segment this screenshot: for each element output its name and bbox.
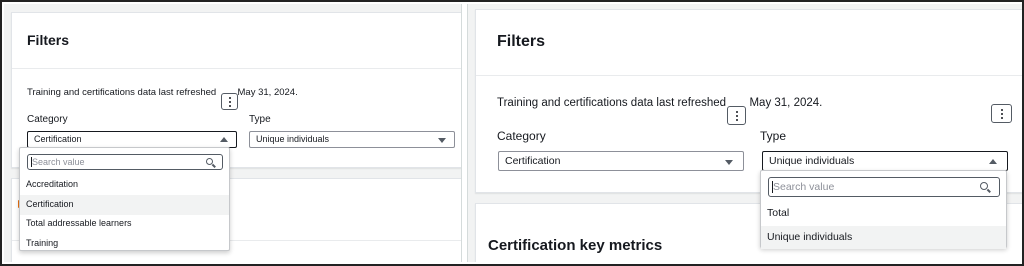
more-options-button[interactable] bbox=[221, 93, 238, 110]
filters-card-header: Filters bbox=[476, 10, 1022, 76]
refresh-text-label: Training and certifications data last re… bbox=[497, 97, 727, 109]
caret-down-icon bbox=[438, 138, 446, 143]
option-label: Accreditation bbox=[26, 179, 79, 189]
search-icon bbox=[980, 182, 988, 190]
option-label: Total bbox=[767, 207, 790, 219]
type-search-input[interactable] bbox=[773, 179, 977, 195]
caret-up-icon bbox=[220, 137, 228, 142]
refresh-text: Training and certifications data last re… bbox=[497, 97, 822, 109]
category-select[interactable]: Certification bbox=[498, 151, 744, 171]
type-option-total[interactable]: Total bbox=[761, 202, 1006, 225]
option-label: Training bbox=[26, 238, 59, 248]
option-label: Certification bbox=[26, 199, 74, 209]
refresh-text-label: Training and certifications data last re… bbox=[27, 87, 217, 98]
type-select-value: Unique individuals bbox=[256, 134, 330, 144]
category-select-value: Certification bbox=[505, 155, 561, 167]
category-option-accreditation[interactable]: Accreditation bbox=[20, 175, 229, 195]
kebab-dot bbox=[228, 100, 231, 103]
filters-title: Filters bbox=[497, 33, 546, 50]
category-dropdown: Accreditation Certification Total addres… bbox=[19, 147, 230, 251]
category-label: Category bbox=[497, 129, 546, 143]
kebab-dot bbox=[228, 96, 231, 99]
visual-more-options-button[interactable] bbox=[991, 104, 1012, 123]
category-label: Category bbox=[27, 114, 68, 125]
search-icon bbox=[206, 158, 213, 165]
kebab-dot bbox=[735, 110, 738, 113]
category-option-certification[interactable]: Certification bbox=[20, 195, 229, 215]
panel-divider bbox=[461, 4, 468, 262]
type-dropdown: Total Unique individuals bbox=[760, 170, 1007, 249]
type-select-value: Unique individuals bbox=[769, 155, 855, 167]
category-select-value: Certification bbox=[34, 134, 82, 144]
kebab-dot bbox=[1000, 108, 1003, 111]
category-search-input[interactable] bbox=[32, 156, 200, 168]
filters-card-header: Filters bbox=[12, 13, 461, 69]
metrics-title: Certification key metrics bbox=[488, 237, 663, 254]
type-search[interactable] bbox=[768, 177, 1000, 197]
category-search[interactable] bbox=[27, 154, 223, 170]
left-panel: Filters Training and certifications data… bbox=[4, 4, 461, 262]
caret-down-icon bbox=[725, 160, 733, 165]
filters-title: Filters bbox=[27, 32, 70, 48]
option-label: Total addressable learners bbox=[26, 218, 132, 228]
refresh-date: May 31, 2024. bbox=[237, 87, 298, 98]
type-option-unique-individuals[interactable]: Unique individuals bbox=[761, 226, 1006, 249]
type-select[interactable]: Unique individuals bbox=[249, 131, 455, 148]
kebab-dot bbox=[735, 114, 738, 117]
refresh-date: May 31, 2024. bbox=[749, 97, 823, 109]
option-label: Unique individuals bbox=[767, 231, 853, 243]
category-select[interactable]: Certification bbox=[27, 131, 237, 148]
type-label: Type bbox=[249, 114, 271, 125]
caret-up-icon bbox=[989, 159, 997, 164]
kebab-dot bbox=[1000, 116, 1003, 119]
kebab-dot bbox=[228, 104, 231, 107]
category-option-total-addressable-learners[interactable]: Total addressable learners bbox=[20, 214, 229, 234]
right-panel: Filters Training and certifications data… bbox=[468, 4, 1022, 262]
filters-card: Filters Training and certifications data… bbox=[475, 9, 1022, 193]
filters-card: Filters Training and certifications data… bbox=[11, 12, 461, 168]
refresh-text: Training and certifications data last re… bbox=[27, 87, 298, 98]
category-option-training[interactable]: Training bbox=[20, 234, 229, 254]
type-label: Type bbox=[760, 129, 787, 143]
kebab-dot bbox=[735, 118, 738, 121]
more-options-button[interactable] bbox=[727, 106, 746, 125]
type-select[interactable]: Unique individuals bbox=[762, 151, 1008, 171]
kebab-dot bbox=[1000, 112, 1003, 115]
screenshot-frame: Filters Training and certifications data… bbox=[0, 0, 1024, 266]
